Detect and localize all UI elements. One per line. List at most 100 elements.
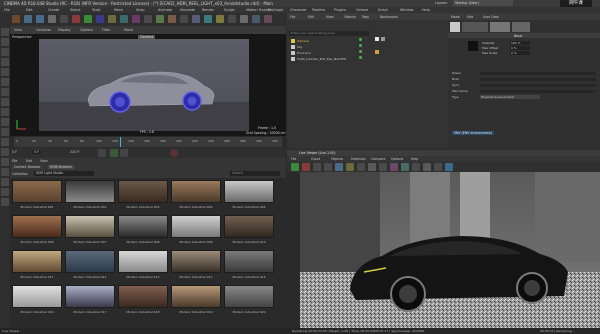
live-viewer-tool-icon[interactable]	[390, 163, 398, 171]
asset-tab-0[interactable]: Content Browser	[12, 165, 43, 169]
hdri-thumbnail[interactable]	[12, 215, 62, 238]
live-viewer-menu-help[interactable]: Help	[411, 157, 418, 161]
live-viewer-tool-icon[interactable]	[401, 163, 409, 171]
toolbar-tool-icon[interactable]	[168, 15, 176, 23]
live-viewer-menu-materials[interactable]: Materials	[351, 157, 366, 161]
object-menu-objects[interactable]: Objects	[344, 15, 356, 19]
live-viewer-menu-options[interactable]: Options	[391, 157, 403, 161]
asset-menu-edit[interactable]: Edit	[26, 159, 32, 163]
attr-row-value[interactable]: 0 %	[510, 51, 530, 55]
hdri-thumbnail[interactable]	[118, 285, 168, 308]
toolbar-tool-icon[interactable]	[192, 15, 200, 23]
type-select[interactable]: Physical (Lens model)	[480, 95, 540, 99]
toolbar-tool-icon[interactable]	[12, 15, 20, 23]
toolbar-tool-icon[interactable]	[48, 15, 56, 23]
collection-select[interactable]: HDR Light Studio	[34, 171, 94, 176]
toolbar-tool-icon[interactable]	[132, 15, 140, 23]
menu-item-select[interactable]: Select	[70, 8, 80, 12]
object-menu-tags[interactable]: Tags	[362, 15, 369, 19]
timeline[interactable]: 0 20 40 60 80 100 120 140 160 180 200 220 240 260 280 3…	[10, 136, 286, 148]
asset-search-input[interactable]: Search	[230, 171, 280, 176]
asset-tab-1[interactable]: HDRI Browser	[48, 165, 74, 169]
hdri-thumbnail[interactable]	[224, 250, 274, 273]
live-viewer-tool-icon[interactable]	[368, 163, 376, 171]
current-frame-field[interactable]: 0 F	[32, 150, 42, 154]
menu-item-snap[interactable]: Snap	[136, 8, 145, 12]
live-viewer-tool-icon[interactable]	[412, 163, 420, 171]
menu-item-character[interactable]: Character	[290, 8, 307, 12]
attr-param-slider[interactable]	[480, 83, 596, 87]
hdri-thumbnail[interactable]	[171, 180, 221, 203]
live-viewer-tool-icon[interactable]	[423, 163, 431, 171]
toolbar-tool-icon[interactable]	[180, 15, 188, 23]
live-viewer-tool-icon[interactable]	[357, 163, 365, 171]
menu-item-tools[interactable]: Tools	[92, 8, 100, 12]
viewport-menu-cameras[interactable]: Cameras	[36, 28, 51, 32]
toolbar-tool-icon[interactable]	[96, 15, 104, 23]
live-viewer-menu-file[interactable]: File	[291, 157, 296, 161]
playhead[interactable]	[120, 137, 121, 147]
left-tool-icon[interactable]	[1, 88, 9, 96]
left-tool-icon[interactable]	[1, 108, 9, 116]
environment-footer[interactable]: ENV (ENV environment)	[452, 131, 494, 135]
live-viewer-tool-icon[interactable]	[346, 163, 354, 171]
toolbar-tool-icon[interactable]	[144, 15, 152, 23]
next-frame-button[interactable]	[120, 149, 128, 157]
toolbar-tool-icon[interactable]	[108, 15, 116, 23]
menu-item-render[interactable]: Render	[202, 8, 214, 12]
texture-preview[interactable]	[468, 41, 478, 51]
prev-frame-button[interactable]	[98, 149, 106, 157]
asset-menu-view[interactable]: View	[40, 159, 48, 163]
toolbar-tool-icon[interactable]	[204, 15, 212, 23]
viewport-menu-view[interactable]: View	[14, 28, 22, 32]
left-tool-icon[interactable]	[1, 78, 9, 86]
left-tool-icon[interactable]	[1, 48, 9, 56]
toolbar-tool-icon[interactable]	[120, 15, 128, 23]
toolbar-tool-icon[interactable]	[84, 15, 92, 23]
live-viewer-tool-icon[interactable]	[335, 163, 343, 171]
object-menu-view[interactable]: View	[326, 15, 334, 19]
hdri-thumbnail[interactable]	[65, 215, 115, 238]
render-output[interactable]	[300, 172, 600, 328]
hdri-thumbnail[interactable]	[171, 285, 221, 308]
attr-row-value[interactable]: 100 %	[510, 41, 530, 45]
menu-item-edit[interactable]: Edit	[26, 8, 33, 12]
left-tool-icon[interactable]	[1, 28, 9, 36]
menu-item-help[interactable]: Help	[422, 8, 430, 12]
menu-item-create[interactable]: Create	[48, 8, 59, 12]
hdri-thumbnail[interactable]	[224, 180, 274, 203]
object-menu-bookmarks[interactable]: Bookmarks	[380, 15, 398, 19]
hdri-thumbnail[interactable]	[65, 180, 115, 203]
live-viewer-tool-icon[interactable]	[313, 163, 321, 171]
toolbar-tool-icon[interactable]	[228, 15, 236, 23]
attr-row-value[interactable]: 0 %	[510, 46, 530, 50]
viewport-menu-panel[interactable]: Panel	[124, 28, 133, 32]
hdri-thumbnail[interactable]	[12, 285, 62, 308]
layout-select[interactable]: Startup (User)	[453, 0, 513, 6]
left-tool-icon[interactable]	[1, 138, 9, 146]
hdri-thumbnail[interactable]	[12, 180, 62, 203]
end-frame[interactable]: 220 F	[70, 150, 80, 154]
left-tool-icon[interactable]	[1, 198, 9, 206]
start-frame[interactable]: 0 F	[12, 150, 17, 154]
hdri-thumbnail[interactable]	[65, 285, 115, 308]
left-tool-icon[interactable]	[1, 158, 9, 166]
menu-item-window[interactable]: Window	[400, 8, 413, 12]
menu-item-pipeline[interactable]: Pipeline	[312, 8, 325, 12]
toolbar-tool-icon[interactable]	[156, 15, 164, 23]
live-viewer-tool-icon[interactable]	[302, 163, 310, 171]
toolbar-tool-icon[interactable]	[36, 15, 44, 23]
toolbar-tool-icon[interactable]	[264, 15, 272, 23]
hdri-thumbnail[interactable]	[171, 215, 221, 238]
live-viewer-menu-objects[interactable]: Objects	[331, 157, 343, 161]
live-viewer-tool-icon[interactable]	[445, 163, 453, 171]
left-tool-icon[interactable]	[1, 168, 9, 176]
attr-param-slider[interactable]	[480, 71, 596, 75]
toolbar-tool-icon[interactable]	[240, 15, 248, 23]
attr-tab-2[interactable]: User Data	[483, 15, 499, 19]
left-tool-icon[interactable]	[1, 58, 9, 66]
hdri-thumbnail[interactable]	[118, 215, 168, 238]
menu-item-mesh[interactable]: Mesh	[114, 8, 123, 12]
toolbar-tool-icon[interactable]	[72, 15, 80, 23]
left-tool-icon[interactable]	[1, 148, 9, 156]
